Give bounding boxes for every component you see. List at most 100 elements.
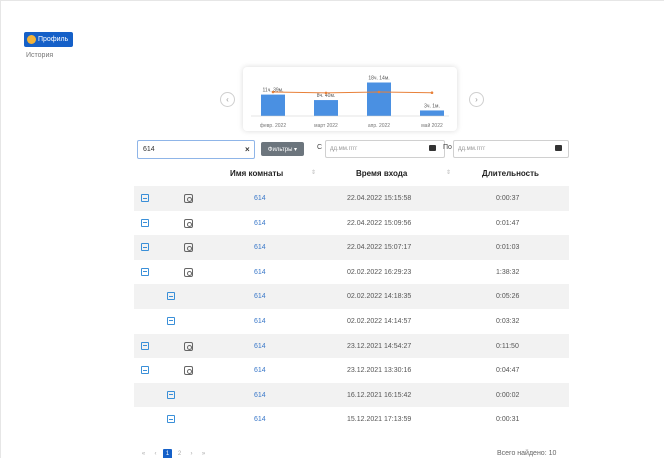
duration-cell: 0:00:02 [496, 391, 520, 399]
calendar-to-icon[interactable] [555, 145, 562, 151]
page: Профиль История ‹ › 11ч. 39м. февр. 2022 8… [0, 0, 664, 458]
enter-room-icon[interactable] [167, 415, 175, 424]
table-header: Имя комнаты ⇕ Время входа ⇕ Длительность [134, 161, 569, 186]
page-last-button[interactable]: » [199, 449, 208, 458]
trend-point [377, 90, 381, 94]
sort-icon[interactable]: ⇕ [446, 169, 451, 176]
column-header-room[interactable]: Имя комнаты [230, 169, 283, 178]
room-link[interactable]: 614 [254, 195, 266, 202]
enter-room-icon[interactable] [167, 316, 175, 325]
enter-room-icon[interactable] [141, 341, 149, 350]
recording-icon[interactable] [184, 267, 193, 277]
clear-search-icon[interactable]: × [245, 145, 250, 154]
usage-chart-svg: 11ч. 39м.февр. 20228ч. 40м.март 202218ч.… [251, 75, 449, 129]
column-header-duration[interactable]: Длительность [482, 169, 539, 178]
enter-room-icon[interactable] [141, 267, 149, 276]
sort-icon[interactable]: ⇕ [311, 169, 316, 176]
recording-icon[interactable] [184, 194, 193, 203]
recording-icon[interactable] [184, 218, 193, 228]
chart-bar[interactable] [420, 110, 444, 116]
enter-room-icon[interactable] [141, 366, 149, 375]
date-from-input[interactable]: дд.мм.гггг [325, 140, 445, 158]
enter-room-icon[interactable] [141, 194, 149, 202]
date-to-input[interactable]: дд.мм.гггг [453, 140, 569, 158]
table-row: 614 22.04.2022 15:15:58 0:00:37 [134, 186, 569, 211]
entry-time-cell: 16.12.2021 16:15:42 [347, 391, 412, 399]
chevron-right-icon[interactable]: › [469, 92, 484, 107]
table-row: 614 23.12.2021 13:30:16 0:04:47 [134, 358, 569, 383]
recording-icon[interactable] [184, 341, 193, 351]
table-row: 614 02.02.2022 14:18:35 0:05:26 [134, 284, 569, 309]
chevron-left-icon[interactable]: ‹ [220, 92, 235, 107]
table-row: 614 16.12.2021 16:15:42 0:00:02 [134, 382, 569, 408]
x-tick-label: февр. 2022 [260, 123, 286, 129]
next-period-glyph: › [475, 95, 478, 104]
recording-icon[interactable] [184, 243, 193, 253]
enter-room-icon[interactable] [141, 218, 149, 227]
duration-cell: 0:00:31 [496, 416, 520, 424]
profile-button[interactable]: Профиль [24, 32, 74, 47]
duration-cell: 0:01:03 [496, 244, 520, 252]
bar-value-label: 3ч. 1м. [424, 103, 440, 109]
table-body: 614 22.04.2022 15:15:58 0:00:37 614 22.04.20… [134, 186, 569, 432]
room-link[interactable]: 614 [254, 269, 266, 276]
entry-time-cell: 23.12.2021 14:54:27 [347, 342, 412, 350]
chart-bar[interactable] [367, 82, 391, 116]
chart-bar[interactable] [261, 94, 285, 116]
table-row: 614 23.12.2021 14:54:27 0:11:50 [134, 333, 569, 359]
table-row: 614 15.12.2021 17:13:59 0:00:31 [134, 407, 569, 432]
x-tick-label: май 2022 [421, 122, 443, 129]
total-count: Всего найдено: 10 [497, 450, 557, 457]
filters-dropdown-button[interactable]: Фильтры ▾ [261, 142, 304, 156]
entry-time-cell: 23.12.2021 13:30:16 [347, 367, 412, 375]
search-input[interactable]: 614 [137, 140, 255, 159]
duration-cell: 0:04:47 [496, 367, 520, 375]
page-prev-button[interactable]: ‹ [151, 449, 160, 458]
room-link[interactable]: 614 [254, 343, 266, 350]
bar-value-label: 18ч. 14м. [368, 75, 389, 81]
room-link[interactable]: 614 [254, 416, 266, 423]
room-link[interactable]: 614 [254, 293, 266, 300]
recording-icon[interactable] [184, 366, 193, 376]
entry-time-cell: 02.02.2022 14:14:57 [347, 317, 412, 325]
enter-room-icon[interactable] [167, 390, 175, 399]
x-tick-label: апр. 2022 [368, 123, 390, 129]
date-to-label: По [443, 144, 452, 151]
duration-cell: 0:11:50 [496, 342, 519, 350]
filter-bar: 614 × Фильтры ▾ С дд.мм.гггг По дд.мм.гг… [137, 140, 569, 160]
entry-time-cell: 22.04.2022 15:15:58 [347, 195, 412, 202]
page-first-button[interactable]: « [139, 449, 148, 458]
enter-room-icon[interactable] [167, 292, 175, 301]
enter-room-icon[interactable] [141, 243, 149, 252]
duration-cell: 0:01:47 [496, 219, 520, 227]
entry-time-cell: 02.02.2022 14:18:35 [347, 293, 412, 301]
column-header-entry-time[interactable]: Время входа [356, 169, 407, 178]
table-row: 614 22.04.2022 15:07:17 0:01:03 [134, 235, 569, 260]
duration-cell: 1:38:32 [496, 268, 520, 276]
entry-time-cell: 22.04.2022 15:09:56 [347, 219, 412, 227]
date-from-label: С [317, 144, 323, 151]
entry-time-cell: 02.02.2022 16:29:23 [347, 268, 412, 276]
entry-time-cell: 15.12.2021 17:13:59 [347, 416, 412, 424]
page-title: История [26, 52, 54, 59]
trend-point [430, 91, 434, 95]
trend-point [324, 91, 328, 95]
page-2-button[interactable]: 2 [175, 449, 184, 458]
profile-button-label: Профиль [38, 36, 69, 43]
pagination: « ‹ 1 2 › » [139, 449, 208, 458]
chart-bar[interactable] [314, 100, 338, 116]
trend-point [271, 90, 275, 94]
duration-cell: 0:05:26 [496, 293, 520, 301]
page-next-button[interactable]: › [187, 449, 196, 458]
calendar-from-icon[interactable] [429, 145, 436, 151]
duration-cell: 0:00:37 [496, 195, 520, 202]
room-link[interactable]: 614 [254, 220, 266, 227]
table-row: 614 22.04.2022 15:09:56 0:01:47 [134, 211, 569, 236]
room-link[interactable]: 614 [254, 244, 266, 251]
room-link[interactable]: 614 [254, 367, 266, 374]
page-1-button[interactable]: 1 [163, 449, 172, 458]
room-link[interactable]: 614 [254, 318, 266, 325]
prev-period-glyph: ‹ [226, 95, 229, 104]
room-link[interactable]: 614 [254, 392, 266, 399]
sessions-table: Имя комнаты ⇕ Время входа ⇕ Длительность… [134, 161, 569, 432]
